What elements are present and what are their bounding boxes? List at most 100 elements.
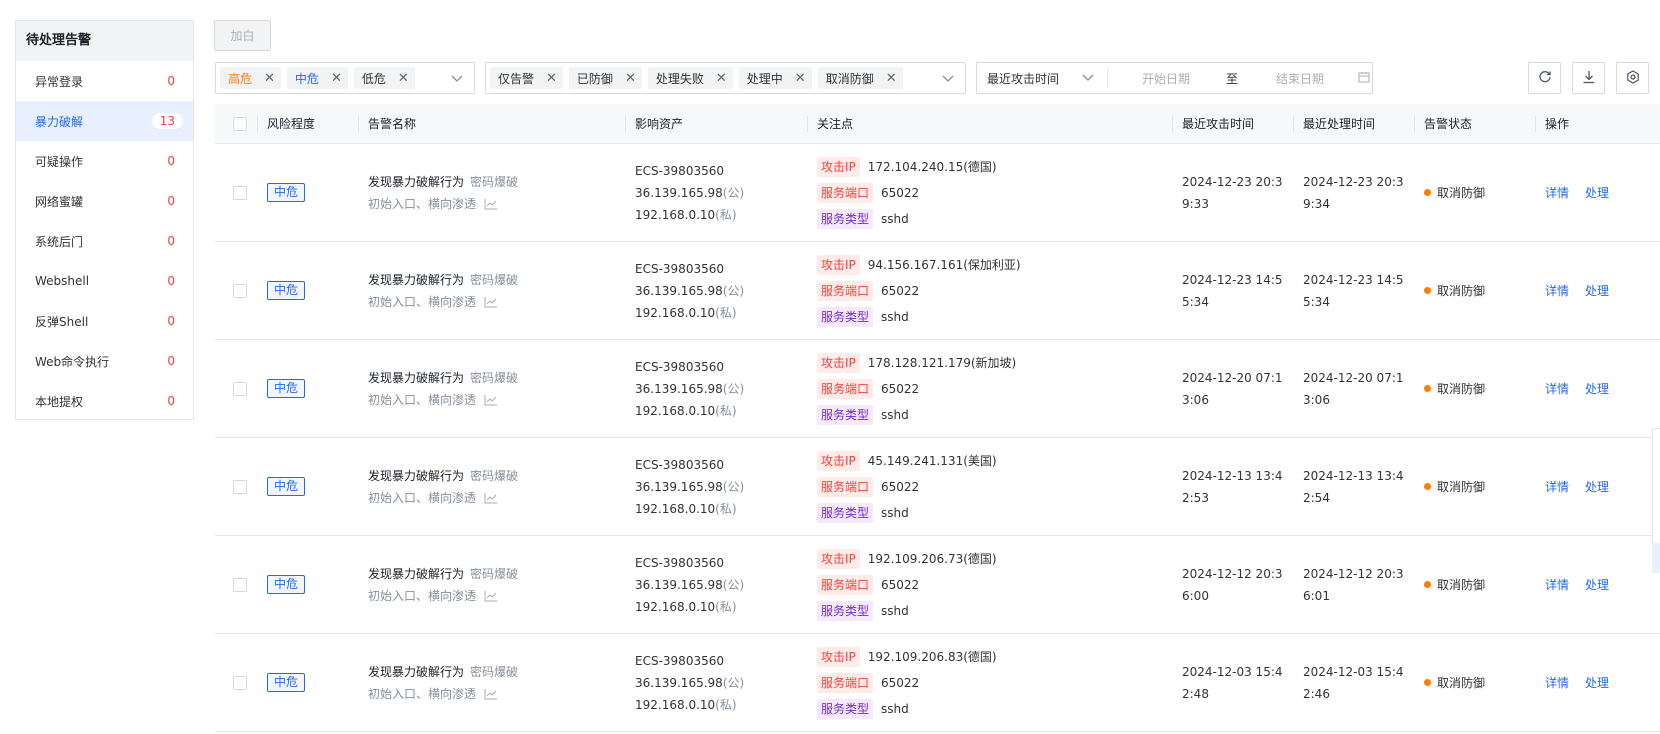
risk-tag-high[interactable]: 高危 ✕ (220, 67, 281, 89)
chevron-down-icon[interactable] (941, 69, 955, 87)
service-port-tag: 服务端口 (817, 672, 874, 693)
handle-link[interactable]: 处理 (1585, 284, 1609, 298)
service-port: 65022 (881, 381, 920, 396)
detail-link[interactable]: 详情 (1545, 578, 1569, 592)
risk-level-badge: 中危 (267, 281, 306, 300)
status-tag-label: 取消防御 (825, 71, 874, 86)
service-port: 65022 (881, 675, 920, 690)
status-tag-alert-only[interactable]: 仅告警 ✕ (490, 67, 563, 89)
status-dot (1424, 385, 1431, 392)
status-tag-processing[interactable]: 处理中 ✕ (738, 67, 812, 89)
risk-tag-low[interactable]: 低危 ✕ (353, 67, 415, 89)
attack-ip-tag: 攻击IP (817, 646, 860, 667)
close-icon[interactable]: ✕ (625, 71, 636, 86)
attack-stage: 初始入口、横向渗透 (368, 294, 477, 309)
sidebar-item[interactable]: 系统后门 0 (16, 221, 193, 261)
close-icon[interactable]: ✕ (398, 71, 409, 86)
service-type-tag: 服务类型 (817, 404, 874, 425)
date-separator: 至 (1226, 71, 1239, 86)
attack-stage: 初始入口、横向渗透 (368, 686, 477, 701)
service-port-tag: 服务端口 (817, 378, 874, 399)
alert-status-filter[interactable]: 仅告警 ✕ 已防御 ✕ 处理失败 ✕ 处理中 ✕ 取消防御 ✕ (485, 62, 966, 94)
detail-link[interactable]: 详情 (1545, 382, 1569, 396)
row-checkbox[interactable] (233, 381, 247, 396)
detail-link[interactable]: 详情 (1545, 186, 1569, 200)
service-type: sshd (881, 701, 909, 716)
sidebar-item[interactable]: Web命令执行 0 (16, 341, 193, 381)
sidebar-item-count: 0 (167, 314, 175, 328)
detail-link[interactable]: 详情 (1545, 676, 1569, 690)
close-icon[interactable]: ✕ (546, 71, 557, 86)
row-checkbox[interactable] (233, 185, 247, 200)
private-ip-suffix: (私) (715, 207, 737, 222)
handle-link[interactable]: 处理 (1585, 676, 1609, 690)
trend-chart-icon[interactable] (484, 590, 498, 602)
attack-time: 2024-12-23 14:55:34 (1182, 272, 1283, 309)
risk-tag-medium[interactable]: 中危 ✕ (286, 67, 348, 89)
trend-chart-icon[interactable] (484, 492, 498, 504)
sidebar-item[interactable]: 网络蜜罐 0 (16, 181, 193, 221)
close-icon[interactable]: ✕ (795, 71, 806, 86)
trend-chart-icon[interactable] (484, 688, 498, 700)
alert-name: 发现暴力破解行为 (368, 566, 465, 581)
close-icon[interactable]: ✕ (886, 71, 897, 86)
focus-cell: 攻击IP 178.128.121.179(新加坡) 服务端口 65022 服务类型 ssh… (807, 350, 1172, 428)
actions-cell: 详情 处理 (1535, 674, 1660, 691)
attack-time: 2024-12-12 20:36:00 (1182, 566, 1283, 603)
alert-name-cell: 发现暴力破解行为 密码爆破 初始入口、横向渗透 (358, 465, 625, 509)
status-tag-label: 仅告警 (498, 71, 535, 86)
attack-stage: 初始入口、横向渗透 (368, 490, 477, 505)
chevron-down-icon[interactable] (450, 69, 464, 87)
sidebar-item-count: 0 (167, 274, 175, 288)
date-type-select[interactable]: 最近攻击时间 (977, 68, 1108, 88)
risk-level-filter[interactable]: 高危 ✕ 中危 ✕ 低危 ✕ (215, 62, 475, 94)
trend-chart-icon[interactable] (484, 394, 498, 406)
header-risk: 风险程度 (257, 104, 358, 144)
sidebar-item[interactable]: 暴力破解 13 (16, 101, 193, 141)
status-tag-label: 处理中 (746, 71, 783, 86)
floating-side-panel[interactable] (1652, 428, 1660, 573)
row-checkbox[interactable] (233, 675, 247, 690)
row-checkbox[interactable] (233, 283, 247, 298)
download-button[interactable] (1572, 62, 1605, 94)
sidebar-item[interactable]: Webshell 0 (16, 261, 193, 301)
row-checkbox[interactable] (233, 479, 247, 494)
handle-link[interactable]: 处理 (1585, 578, 1609, 592)
refresh-button[interactable] (1528, 62, 1561, 94)
handle-link[interactable]: 处理 (1585, 186, 1609, 200)
row-checkbox[interactable] (233, 577, 247, 592)
whitelist-button[interactable]: 加白 (214, 20, 271, 51)
focus-cell: 攻击IP 192.109.206.73(德国) 服务端口 65022 服务类型 sshd (807, 546, 1172, 624)
floating-side-panel-active[interactable] (1652, 543, 1660, 573)
status-cell: 取消防御 (1414, 184, 1535, 201)
service-port-tag: 服务端口 (817, 280, 874, 301)
sidebar-item[interactable]: 异常登录 0 (16, 61, 193, 101)
close-icon[interactable]: ✕ (716, 71, 727, 86)
status-tag-failed[interactable]: 处理失败 ✕ (647, 67, 733, 89)
trend-chart-icon[interactable] (484, 198, 498, 210)
handle-link[interactable]: 处理 (1585, 480, 1609, 494)
alert-type: 密码爆破 (470, 370, 519, 385)
select-all-checkbox[interactable] (233, 116, 247, 131)
risk-cell: 中危 (257, 673, 358, 692)
sidebar-item[interactable]: 可疑操作 0 (16, 141, 193, 181)
detail-link[interactable]: 详情 (1545, 480, 1569, 494)
start-date-input[interactable]: 开始日期 (1142, 70, 1190, 87)
close-icon[interactable]: ✕ (264, 71, 275, 86)
status-tag-cancelled[interactable]: 取消防御 ✕ (817, 67, 903, 89)
close-icon[interactable]: ✕ (331, 71, 342, 86)
calendar-icon[interactable] (1358, 71, 1370, 86)
header-attack-time: 最近攻击时间 (1172, 104, 1293, 144)
handle-link[interactable]: 处理 (1585, 382, 1609, 396)
detail-link[interactable]: 详情 (1545, 284, 1569, 298)
alert-name: 发现暴力破解行为 (368, 272, 465, 287)
sidebar-item[interactable]: 反弹Shell 0 (16, 301, 193, 341)
settings-button[interactable] (1616, 62, 1649, 94)
alert-type: 密码爆破 (470, 174, 519, 189)
alert-name-cell: 发现暴力破解行为 密码爆破 初始入口、横向渗透 (358, 661, 625, 705)
private-ip: 192.168.0.10 (635, 305, 716, 320)
trend-chart-icon[interactable] (484, 296, 498, 308)
end-date-input[interactable]: 结束日期 (1276, 70, 1324, 87)
sidebar-item[interactable]: 本地提权 0 (16, 381, 193, 421)
status-tag-defended[interactable]: 已防御 ✕ (568, 67, 642, 89)
